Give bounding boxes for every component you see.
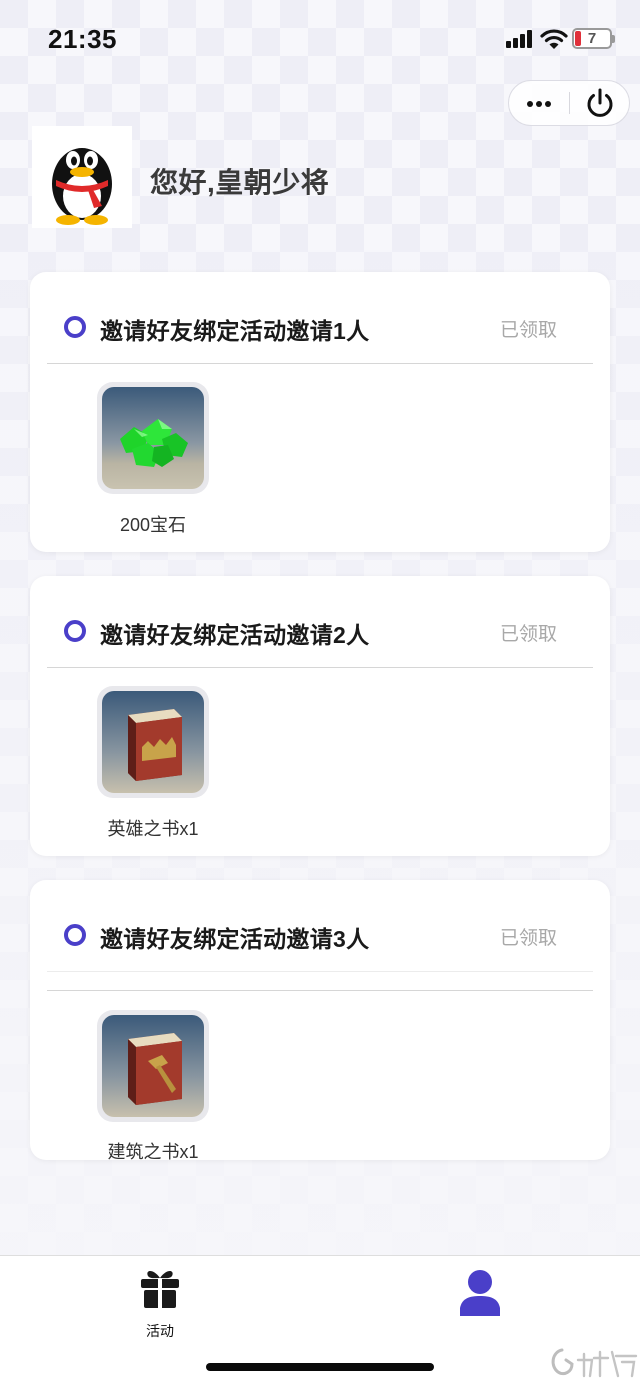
wifi-icon <box>540 29 568 49</box>
more-options-button[interactable] <box>509 81 569 125</box>
task-bullet-icon <box>64 316 86 338</box>
capsule-divider <box>569 92 570 114</box>
task-title: 邀请好友绑定活动邀请1人 <box>100 318 370 344</box>
task-status-claimed[interactable]: 已领取 <box>500 619 557 646</box>
reward-label: 200宝石 <box>119 515 187 535</box>
reward-item[interactable] <box>97 1010 209 1122</box>
reward-label: 英雄之书x1 <box>107 819 199 839</box>
reward-label: 建筑之书x1 <box>107 1142 199 1162</box>
card-divider <box>47 990 593 991</box>
penguin-avatar-icon <box>52 148 112 225</box>
task-bullet-icon <box>64 924 86 946</box>
task-card: 邀请好友绑定活动邀请2人 已领取 英雄之书x1 <box>30 576 610 856</box>
card-divider <box>47 971 593 972</box>
task-card: 邀请好友绑定活动邀请1人 已领取 200宝石 <box>30 272 610 552</box>
status-bar: 21:35 7 <box>0 0 640 76</box>
status-time: 21:35 <box>48 24 117 54</box>
task-status-claimed[interactable]: 已领取 <box>500 923 557 950</box>
task-card: 邀请好友绑定活动邀请3人 已领取 建筑之书x1 <box>30 880 610 1162</box>
power-icon[interactable] <box>571 81 629 125</box>
task-status-claimed[interactable]: 已领取 <box>500 315 557 342</box>
battery-tip <box>612 35 615 43</box>
miniprogram-capsule <box>508 80 630 126</box>
task-title: 邀请好友绑定活动邀请3人 <box>100 926 370 952</box>
reward-item[interactable] <box>97 382 209 494</box>
tab-profile-person-icon[interactable] <box>452 1262 508 1322</box>
gift-icon <box>141 1271 179 1308</box>
building-book-icon <box>102 1015 204 1117</box>
task-title: 邀请好友绑定活动邀请2人 <box>100 622 370 648</box>
greeting-text: 您好,皇朝少将 <box>150 167 330 198</box>
home-indicator <box>206 1363 434 1371</box>
card-divider <box>47 667 593 668</box>
tab-activity-label: 活动 <box>146 1323 174 1339</box>
task-bullet-icon <box>64 620 86 642</box>
battery-icon: 7 <box>572 28 612 49</box>
reward-item[interactable] <box>97 686 209 798</box>
tab-activity[interactable]: 活动 <box>130 1266 190 1339</box>
cellular-signal-icon <box>506 30 534 48</box>
watermark-logo <box>551 1348 638 1378</box>
avatar <box>32 126 132 228</box>
card-divider <box>47 363 593 364</box>
battery-level: 7 <box>587 30 597 47</box>
green-gems-icon <box>102 387 204 489</box>
hero-book-icon <box>102 691 204 793</box>
